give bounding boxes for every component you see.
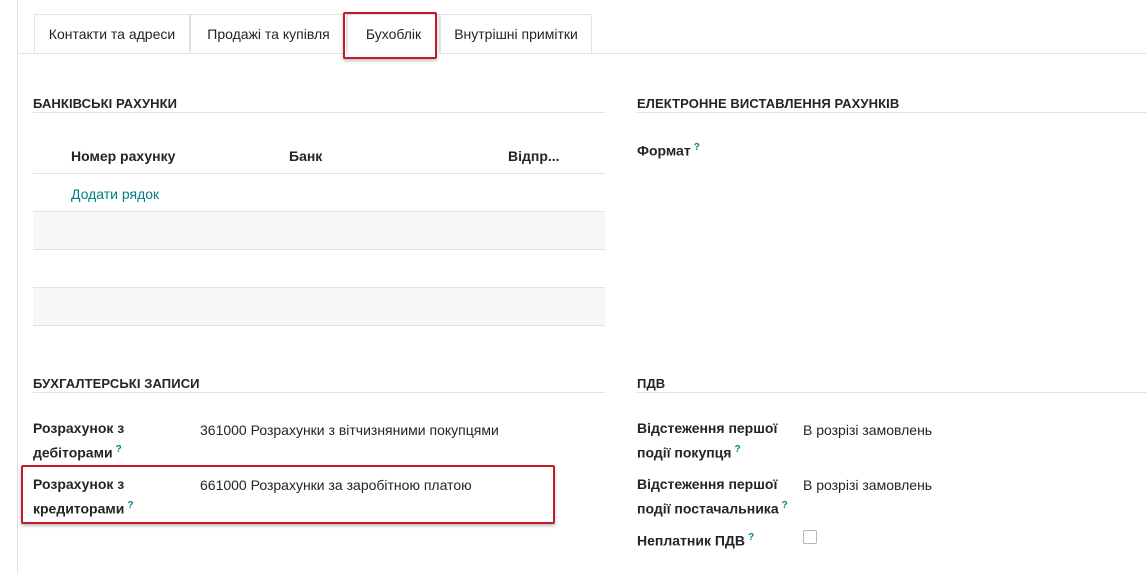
vat-nonpayer-label: Неплатник ПДВ?: [637, 532, 755, 549]
einvoicing-title: ЕЛЕКТРОННЕ ВИСТАВЛЕННЯ РАХУНКІВ: [637, 96, 900, 111]
vendor-tracking-field[interactable]: В розрізі замовлень: [803, 477, 932, 493]
tab-sales-purchase[interactable]: Продажі та купівля: [190, 14, 347, 52]
table-row-divider: [33, 249, 605, 250]
receivable-label: Розрахунок з дебіторами?: [33, 420, 125, 461]
bank-title-divider: [33, 112, 605, 113]
help-icon[interactable]: ?: [127, 500, 133, 511]
vat-title-divider: [637, 392, 1146, 393]
column-send[interactable]: Відпр...: [508, 148, 560, 164]
format-label: Формат?: [637, 142, 700, 159]
table-row-divider: [33, 325, 605, 326]
payable-account-field[interactable]: 661000 Розрахунки за заробітною платою: [200, 477, 472, 493]
notebook-tabs: Контакти та адреси Продажі та купівля Бу…: [17, 0, 1146, 54]
accounting-title-divider: [33, 392, 605, 393]
column-account-number[interactable]: Номер рахунку: [71, 148, 175, 164]
table-row-divider: [33, 287, 605, 288]
help-icon[interactable]: ?: [782, 500, 788, 511]
customer-tracking-field[interactable]: В розрізі замовлень: [803, 422, 932, 438]
tab-accounting[interactable]: Бухоблік: [347, 14, 440, 54]
add-line-link[interactable]: Додати рядок: [71, 186, 159, 202]
vat-title: ПДВ: [637, 376, 666, 391]
payable-label: Розрахунок з кредиторами?: [33, 476, 134, 517]
table-row-divider: [33, 211, 605, 212]
tab-contacts-addresses[interactable]: Контакти та адреси: [34, 14, 190, 52]
einvoicing-title-divider: [637, 112, 1146, 113]
table-row: [33, 288, 605, 325]
receivable-account-field[interactable]: 361000 Розрахунки з вітчизняними покупця…: [200, 422, 499, 438]
customer-tracking-label: Відстеження першої події покупця?: [637, 420, 778, 461]
bank-accounts-title: БАНКІВСЬКІ РАХУНКИ: [33, 96, 178, 111]
help-icon[interactable]: ?: [748, 532, 754, 543]
accounting-entries-title: БУХГАЛТЕРСЬКІ ЗАПИСИ: [33, 376, 200, 391]
table-row: [33, 212, 605, 249]
tab-internal-notes[interactable]: Внутрішні примітки: [440, 14, 592, 52]
vendor-tracking-label: Відстеження першої події постачальника?: [637, 476, 788, 517]
table-header-divider: [33, 173, 605, 174]
left-panel-border: [0, 0, 18, 573]
help-icon[interactable]: ?: [116, 444, 122, 455]
help-icon[interactable]: ?: [694, 142, 700, 153]
vat-nonpayer-checkbox[interactable]: [803, 530, 817, 544]
help-icon[interactable]: ?: [734, 444, 740, 455]
column-bank[interactable]: Банк: [289, 148, 322, 164]
